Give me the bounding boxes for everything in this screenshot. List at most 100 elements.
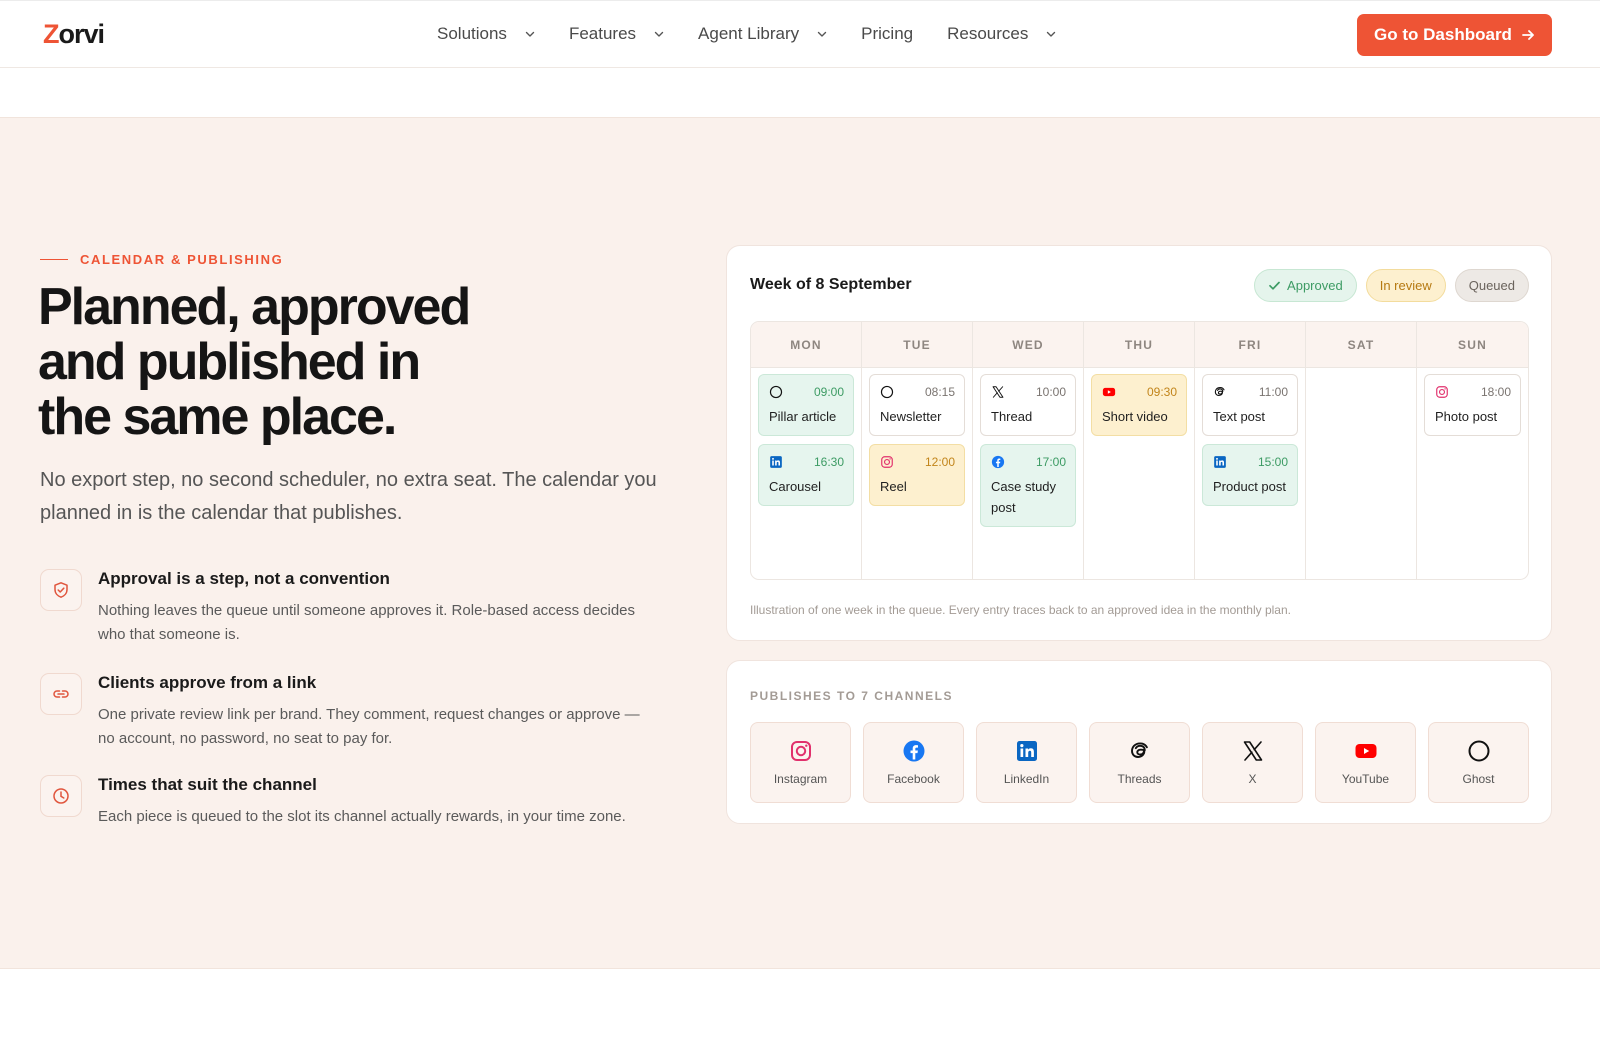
channel-name: Facebook: [887, 772, 940, 786]
youtube-icon: [1354, 739, 1378, 763]
nav-item-features[interactable]: Features: [569, 23, 664, 45]
entry-time: 16:30: [813, 455, 844, 469]
threads-icon: [1213, 385, 1227, 399]
channel-instagram[interactable]: Instagram: [750, 722, 851, 803]
feature-title: Approval is a step, not a convention: [98, 569, 390, 588]
day-column-wed: WED 10:00 Thread 17:00 Case study post: [973, 322, 1084, 579]
calendar-entry[interactable]: 09:30 Short video: [1091, 374, 1187, 436]
go-to-dashboard-button[interactable]: Go to Dashboard: [1357, 14, 1552, 56]
day-column-mon: MON 09:00 Pillar article 16:30 Carousel: [751, 322, 862, 579]
feature-title: Times that suit the channel: [98, 775, 317, 794]
entry-header: 18:00: [1435, 384, 1511, 400]
instagram-icon: [880, 455, 894, 469]
legend-queued-label: Queued: [1468, 278, 1515, 293]
facebook-icon: [902, 739, 926, 763]
entry-name: Product post: [1213, 479, 1286, 494]
nav-item-label: Solutions: [437, 24, 507, 43]
logo[interactable]: Zorvi: [43, 19, 105, 50]
channel-threads[interactable]: Threads: [1089, 722, 1190, 803]
eyebrow: CALENDAR & PUBLISHING: [40, 252, 283, 267]
day-column-fri: FRI 11:00 Text post 15:00 Product post: [1195, 322, 1306, 579]
linkedin-icon: [1213, 455, 1227, 469]
main-menu: Solutions Features Agent Library Pricing Res…: [437, 23, 1090, 45]
calendar-card: Week of 8 September Approved In review Q…: [726, 245, 1552, 641]
channel-linkedin[interactable]: LinkedIn: [976, 722, 1077, 803]
instagram-icon: [1435, 385, 1449, 399]
channel-name: Instagram: [773, 772, 828, 786]
entry-header: 09:00: [769, 384, 844, 400]
eyebrow-text: CALENDAR & PUBLISHING: [80, 252, 284, 267]
entry-header: 17:00: [991, 454, 1066, 470]
nav-item-agent-library[interactable]: Agent Library: [698, 23, 827, 45]
nav-item-label: Features: [568, 24, 637, 43]
entry-time: 09:30: [1146, 385, 1177, 399]
calendar-entry[interactable]: 16:30 Carousel: [758, 444, 854, 506]
nav-item-pricing[interactable]: Pricing: [861, 23, 913, 45]
entry-header: 08:15: [880, 384, 955, 400]
channel-name: YouTube: [1341, 772, 1390, 786]
entry-name: Reel: [880, 479, 907, 494]
channel-name: X: [1248, 772, 1257, 786]
youtube-icon: [1102, 385, 1116, 399]
threads-icon: [1128, 739, 1152, 763]
calendar-entry[interactable]: 10:00 Thread: [980, 374, 1076, 436]
entry-name: Newsletter: [880, 409, 942, 424]
entry-header: 09:30: [1102, 384, 1177, 400]
clock-icon: [40, 775, 82, 817]
instagram-icon: [789, 739, 813, 763]
entry-header: 10:00: [991, 384, 1066, 400]
chevron-down-icon: [645, 29, 664, 39]
ghost-icon: [880, 385, 894, 399]
nav-item-label: Resources: [947, 24, 1029, 43]
day-column-tue: TUE 08:15 Newsletter 12:00 Reel: [862, 322, 973, 579]
eyebrow-line: [40, 259, 68, 260]
entry-time: 08:15: [924, 385, 955, 399]
entry-time: 11:00: [1258, 385, 1288, 399]
calendar-entry[interactable]: 08:15 Newsletter: [869, 374, 965, 436]
calendar-entry[interactable]: 18:00 Photo post: [1424, 374, 1521, 436]
entry-name: Text post: [1213, 409, 1266, 424]
linkedin-icon: [769, 455, 783, 469]
link-icon: [40, 673, 82, 715]
day-entries: 09:00 Pillar article 16:30 Carousel: [751, 368, 861, 512]
x-icon: [991, 385, 1005, 399]
channel-list: Instagram Facebook LinkedIn Threads X YouTube…: [750, 722, 1529, 803]
calendar-entry[interactable]: 12:00 Reel: [869, 444, 965, 506]
status-legend: Approved In review Queued: [1254, 269, 1529, 302]
facebook-icon: [991, 455, 1005, 469]
calendar-entry[interactable]: 11:00 Text post: [1202, 374, 1298, 436]
entry-header: 15:00: [1213, 454, 1288, 470]
x-icon: [1241, 739, 1265, 763]
channel-ghost[interactable]: Ghost: [1428, 722, 1529, 803]
channel-youtube[interactable]: YouTube: [1315, 722, 1416, 803]
day-entries: 08:15 Newsletter 12:00 Reel: [862, 368, 972, 512]
day-header: WED: [973, 322, 1083, 368]
day-column-sat: SAT: [1306, 322, 1417, 579]
nav-item-label: Agent Library: [698, 24, 800, 43]
legend-approved: Approved: [1254, 269, 1357, 302]
legend-review-label: In review: [1379, 278, 1432, 293]
headline-line-2: and published in: [38, 333, 421, 391]
channel-name: Threads: [1117, 772, 1162, 786]
nav-item-solutions[interactable]: Solutions: [437, 23, 535, 45]
entry-name: Thread: [991, 409, 1033, 424]
entry-name: Pillar article: [769, 409, 837, 424]
calendar-entry[interactable]: 15:00 Product post: [1202, 444, 1298, 506]
calendar-entry[interactable]: 09:00 Pillar article: [758, 374, 854, 436]
chevron-down-icon: [1037, 29, 1056, 39]
channel-facebook[interactable]: Facebook: [863, 722, 964, 803]
channels-label: PUBLISHES TO 7 CHANNELS: [750, 689, 953, 703]
entry-time: 17:00: [1035, 455, 1066, 469]
nav-item-resources[interactable]: Resources: [947, 23, 1056, 45]
day-header: TUE: [862, 322, 972, 368]
day-header: SUN: [1417, 322, 1528, 368]
ghost-icon: [1467, 739, 1491, 763]
check-icon: [1269, 281, 1280, 290]
day-entries: 10:00 Thread 17:00 Case study post: [973, 368, 1083, 533]
arrow-right-icon: [1522, 30, 1534, 40]
entry-time: 15:00: [1257, 455, 1288, 469]
channel-x[interactable]: X: [1202, 722, 1303, 803]
calendar-publishing-section: CALENDAR & PUBLISHING Planned, approved …: [0, 117, 1600, 969]
calendar-entry[interactable]: 17:00 Case study post: [980, 444, 1076, 527]
day-header: FRI: [1195, 322, 1305, 368]
